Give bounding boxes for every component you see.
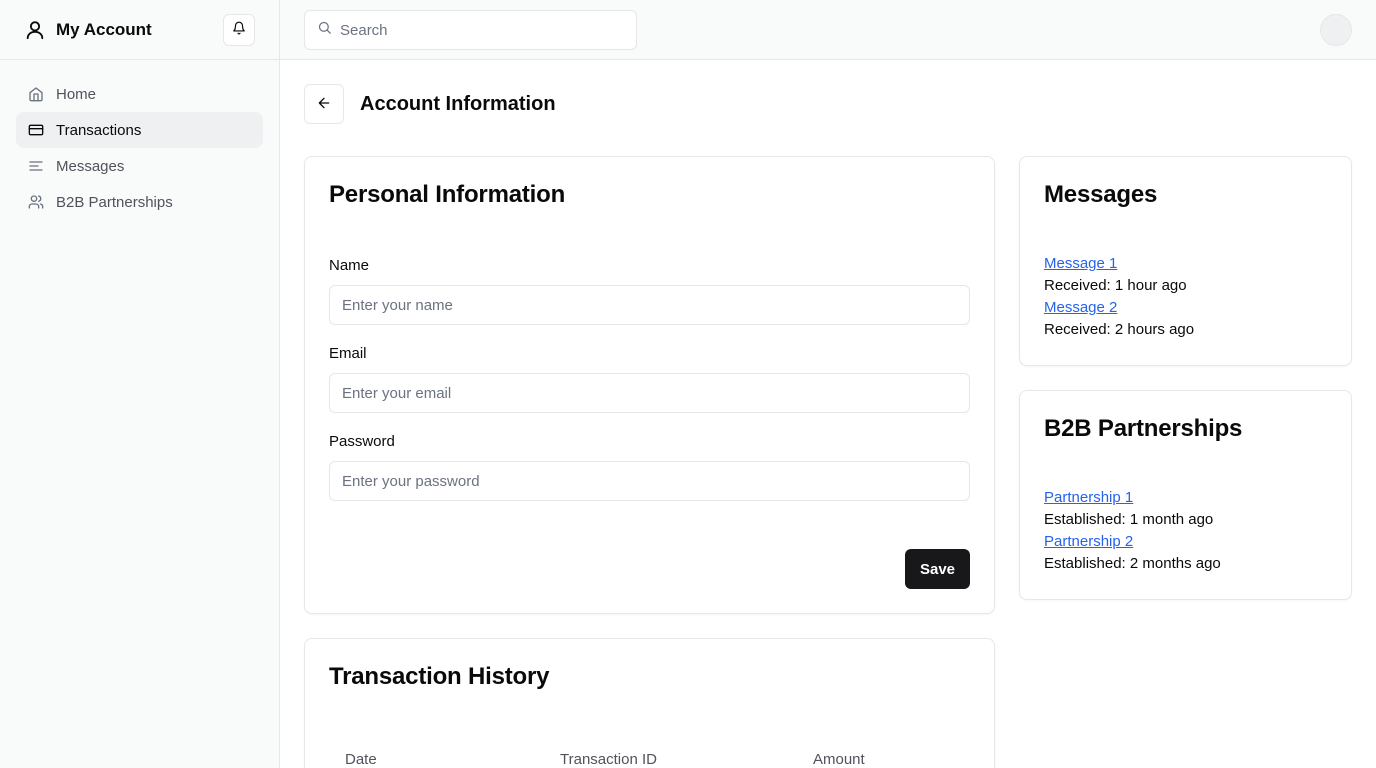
password-field[interactable] xyxy=(329,461,970,501)
card-title: Messages xyxy=(1044,181,1158,208)
card-title: B2B Partnerships xyxy=(1044,415,1243,442)
menu-lines-icon xyxy=(28,158,44,174)
search-input[interactable] xyxy=(340,21,624,39)
card-title: Transaction History xyxy=(329,663,550,690)
brand-title: My Account xyxy=(56,19,152,39)
partnership-link[interactable]: Partnership 2 xyxy=(1044,531,1221,553)
topbar xyxy=(280,0,1376,60)
name-label: Name xyxy=(329,257,370,274)
user-icon xyxy=(24,19,46,41)
avatar[interactable] xyxy=(1320,14,1352,46)
message-received: Received: 2 hours ago xyxy=(1044,321,1195,338)
partnership-link[interactable]: Partnership 1 xyxy=(1044,487,1221,509)
partnership-established: Established: 2 months ago xyxy=(1044,555,1221,572)
bell-icon xyxy=(232,21,246,38)
back-button[interactable] xyxy=(304,84,344,124)
sidebar-item-label: Messages xyxy=(56,157,125,175)
message-received: Received: 1 hour ago xyxy=(1044,277,1187,294)
email-label: Email xyxy=(329,345,367,362)
messages-list: Message 1 Received: 1 hour ago Message 2… xyxy=(1044,253,1194,341)
sidebar-item-label: Home xyxy=(56,85,97,103)
sidebar-item-label: Transactions xyxy=(56,121,142,139)
sidebar-item-label: B2B Partnerships xyxy=(56,193,173,211)
notifications-button[interactable] xyxy=(223,13,255,46)
column-header-transaction-id[interactable]: Transaction ID xyxy=(560,751,657,768)
partnership-established: Established: 1 month ago xyxy=(1044,511,1214,528)
search-icon xyxy=(317,20,332,40)
message-link[interactable]: Message 2 xyxy=(1044,297,1194,319)
sidebar: My Account Home Transactions Messages B2… xyxy=(0,0,280,768)
sidebar-item-b2b-partnerships[interactable]: B2B Partnerships xyxy=(16,184,263,220)
brand[interactable]: My Account xyxy=(24,19,223,41)
b2b-partnerships-card: B2B Partnerships Partnership 1 Establish… xyxy=(1019,390,1352,600)
personal-information-card: Personal Information Name Email Password… xyxy=(304,156,995,614)
partnerships-list: Partnership 1 Established: 1 month ago P… xyxy=(1044,487,1221,575)
column-header-amount[interactable]: Amount xyxy=(813,751,865,768)
sidebar-item-messages[interactable]: Messages xyxy=(16,148,263,184)
search-box[interactable] xyxy=(304,10,637,50)
message-link[interactable]: Message 1 xyxy=(1044,253,1194,275)
home-icon xyxy=(28,86,44,102)
arrow-left-icon xyxy=(316,95,332,114)
card-title: Personal Information xyxy=(329,181,566,208)
sidebar-item-home[interactable]: Home xyxy=(16,76,263,112)
column-header-date[interactable]: Date xyxy=(345,751,377,768)
email-field[interactable] xyxy=(329,373,970,413)
transaction-history-card: Transaction History Date Transaction ID … xyxy=(304,638,995,768)
sidebar-item-transactions[interactable]: Transactions xyxy=(16,112,263,148)
password-label: Password xyxy=(329,433,395,450)
messages-card: Messages Message 1 Received: 1 hour ago … xyxy=(1019,156,1352,366)
name-field[interactable] xyxy=(329,285,970,325)
credit-card-icon xyxy=(28,122,44,138)
sidebar-header: My Account xyxy=(0,0,279,60)
sidebar-nav: Home Transactions Messages B2B Partnersh… xyxy=(0,60,279,236)
page-header: Account Information xyxy=(304,84,556,124)
users-icon xyxy=(28,194,44,210)
page-title: Account Information xyxy=(360,92,556,115)
save-button[interactable]: Save xyxy=(905,549,970,589)
